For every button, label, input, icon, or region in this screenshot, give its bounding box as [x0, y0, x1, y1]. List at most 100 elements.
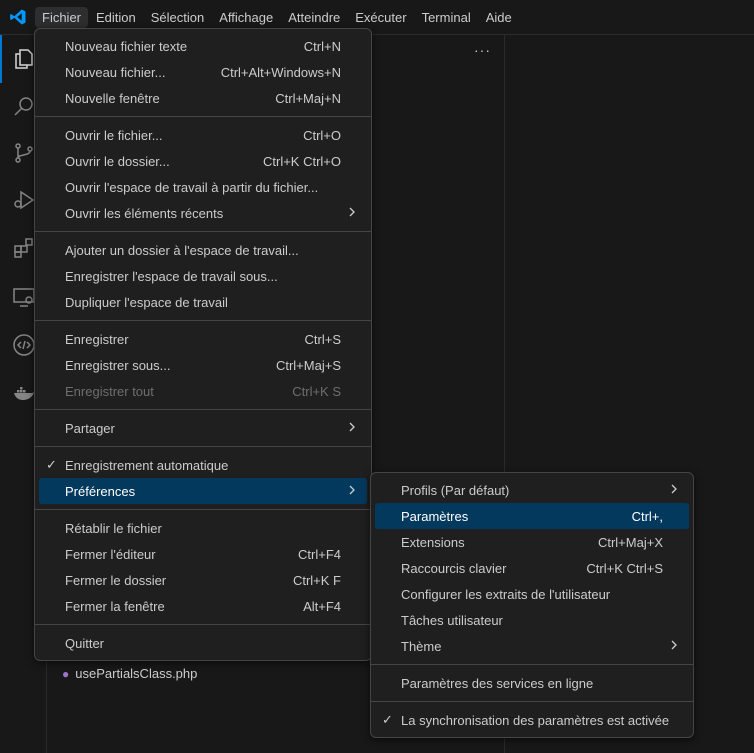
- menu-item[interactable]: Raccourcis clavier Ctrl+K Ctrl+S: [375, 555, 689, 581]
- menu-item-label: Thème: [401, 638, 442, 654]
- menu-item-label: Nouvelle fenêtre: [65, 90, 160, 106]
- vscode-logo-icon: [0, 0, 35, 35]
- menu-item[interactable]: Paramètres Ctrl+,: [375, 503, 689, 529]
- menu-aide[interactable]: Aide: [479, 7, 519, 28]
- menu-item[interactable]: Tâches utilisateur: [375, 607, 689, 633]
- menu-edition[interactable]: Edition: [89, 7, 143, 28]
- menu-item[interactable]: Nouveau fichier texte Ctrl+N: [39, 33, 367, 59]
- menu-item-shortcut: Ctrl+Maj+S: [275, 357, 341, 373]
- check-icon: ✓: [46, 457, 57, 472]
- menu-item-label: Extensions: [401, 534, 465, 550]
- menu-item[interactable]: ✓ La synchronisation des paramètres est a…: [375, 707, 689, 733]
- menu-terminal[interactable]: Terminal: [415, 7, 478, 28]
- menu-item-label: Fermer l'éditeur: [65, 546, 156, 562]
- menu-item[interactable]: Ouvrir le dossier... Ctrl+K Ctrl+O: [39, 148, 367, 174]
- menu-item-label: Ouvrir le dossier...: [65, 153, 170, 169]
- file-name: usePartialsClass.php: [75, 666, 198, 681]
- menu-item[interactable]: Thème: [375, 633, 689, 659]
- menu-fichier[interactable]: Fichier: [35, 6, 89, 28]
- menu-affichage[interactable]: Affichage: [212, 7, 280, 28]
- menu-item[interactable]: Dupliquer l'espace de travail: [39, 289, 367, 315]
- chevron-right-icon: [347, 420, 357, 437]
- menu-item[interactable]: ✓ Enregistrement automatique: [39, 452, 367, 478]
- menu-item[interactable]: Extensions Ctrl+Maj+X: [375, 529, 689, 555]
- chevron-right-icon: [347, 483, 357, 500]
- menu-item[interactable]: Ouvrir les éléments récents: [39, 200, 367, 226]
- menu-item[interactable]: Profils (Par défaut): [375, 477, 689, 503]
- menu-executer[interactable]: Exécuter: [348, 7, 413, 28]
- menu-item[interactable]: Nouvelle fenêtre Ctrl+Maj+N: [39, 85, 367, 111]
- menu-item-shortcut: Ctrl+Alt+Windows+N: [220, 64, 341, 80]
- menu-atteindre[interactable]: Atteindre: [281, 7, 347, 28]
- menu-item[interactable]: Enregistrer sous... Ctrl+Maj+S: [39, 352, 367, 378]
- menu-item-label: Fermer la fenêtre: [65, 598, 165, 614]
- menu-item-shortcut: Ctrl+K S: [292, 383, 341, 399]
- menu-item-label: Nouveau fichier texte: [65, 38, 188, 54]
- menu-item-label: Paramètres des services en ligne: [401, 675, 594, 691]
- menu-item[interactable]: Configurer les extraits de l'utilisateur: [375, 581, 689, 607]
- menu-item-label: Ouvrir l'espace de travail à partir du f…: [65, 179, 319, 195]
- menu-item-label: Dupliquer l'espace de travail: [65, 294, 228, 310]
- menu-item[interactable]: Rétablir le fichier: [39, 515, 367, 541]
- check-icon: ✓: [382, 712, 393, 727]
- menu-item-shortcut: Ctrl+Maj+N: [275, 90, 341, 106]
- menu-item[interactable]: Fermer le dossier Ctrl+K F: [39, 567, 367, 593]
- chevron-right-icon: [669, 482, 679, 499]
- menu-selection[interactable]: Sélection: [144, 7, 211, 28]
- menu-separator: [371, 701, 693, 702]
- menu-item[interactable]: Fermer la fenêtre Alt+F4: [39, 593, 367, 619]
- menu-item-shortcut: Ctrl+N: [303, 38, 341, 54]
- menu-item-shortcut: Ctrl+Maj+X: [597, 534, 663, 550]
- menu-item: Enregistrer tout Ctrl+K S: [39, 378, 367, 404]
- menu-item[interactable]: Ouvrir le fichier... Ctrl+O: [39, 122, 367, 148]
- menu-item-shortcut: Ctrl+S: [304, 331, 341, 347]
- menu-item-label: Profils (Par défaut): [401, 482, 510, 498]
- menu-item[interactable]: Quitter: [39, 630, 367, 656]
- more-actions-button[interactable]: ···: [474, 42, 491, 58]
- menu-item[interactable]: Ouvrir l'espace de travail à partir du f…: [39, 174, 367, 200]
- menu-item-label: La synchronisation des paramètres est ac…: [401, 712, 670, 728]
- menu-item-label: Préférences: [65, 483, 136, 499]
- menu-item[interactable]: Enregistrer Ctrl+S: [39, 326, 367, 352]
- php-file-icon: ●: [62, 666, 70, 681]
- menu-item[interactable]: Nouveau fichier... Ctrl+Alt+Windows+N: [39, 59, 367, 85]
- menu-item-shortcut: Ctrl+K Ctrl+S: [586, 560, 663, 576]
- menu-item-label: Configurer les extraits de l'utilisateur: [401, 586, 611, 602]
- menu-item-label: Partager: [65, 420, 115, 436]
- menu-item-label: Enregistrer tout: [65, 383, 154, 399]
- menu-separator: [35, 409, 371, 410]
- menu-item-label: Tâches utilisateur: [401, 612, 503, 628]
- menu-item-label: Ajouter un dossier à l'espace de travail…: [65, 242, 299, 258]
- menu-item-shortcut: Alt+F4: [303, 598, 341, 614]
- menu-item[interactable]: Fermer l'éditeur Ctrl+F4: [39, 541, 367, 567]
- menu-separator: [35, 320, 371, 321]
- chevron-right-icon: [669, 638, 679, 655]
- menu-item-label: Ouvrir le fichier...: [65, 127, 163, 143]
- menu-item[interactable]: Paramètres des services en ligne: [375, 670, 689, 696]
- menu-item-label: Enregistrer sous...: [65, 357, 171, 373]
- preferences-submenu: Profils (Par défaut) Paramètres Ctrl+, Exte…: [370, 472, 694, 738]
- menu-item-shortcut: Ctrl+O: [303, 127, 341, 143]
- menu-item-label: Quitter: [65, 635, 105, 651]
- menu-item-label: Ouvrir les éléments récents: [65, 205, 224, 221]
- menu-item[interactable]: Partager: [39, 415, 367, 441]
- menu-separator: [371, 664, 693, 665]
- menu-item[interactable]: Préférences: [39, 478, 367, 504]
- menu-item-label: Enregistrer: [65, 331, 129, 347]
- menu-separator: [35, 116, 371, 117]
- menu-item[interactable]: Ajouter un dossier à l'espace de travail…: [39, 237, 367, 263]
- menu-item-label: Paramètres: [401, 508, 469, 524]
- menu-item-shortcut: Ctrl+K Ctrl+O: [262, 153, 341, 169]
- menu-item-label: Fermer le dossier: [65, 572, 167, 588]
- chevron-right-icon: [347, 205, 357, 222]
- menu-separator: [35, 231, 371, 232]
- menu-separator: [35, 624, 371, 625]
- file-item[interactable]: ● usePartialsClass.php: [62, 666, 197, 681]
- menu-item-label: Raccourcis clavier: [401, 560, 507, 576]
- menu-item-shortcut: Ctrl+F4: [298, 546, 341, 562]
- menu-item-label: Enregistrement automatique: [65, 457, 229, 473]
- menu-item-label: Nouveau fichier...: [65, 64, 166, 80]
- menu-item-label: Rétablir le fichier: [65, 520, 162, 536]
- menu-item[interactable]: Enregistrer l'espace de travail sous...: [39, 263, 367, 289]
- menu-separator: [35, 446, 371, 447]
